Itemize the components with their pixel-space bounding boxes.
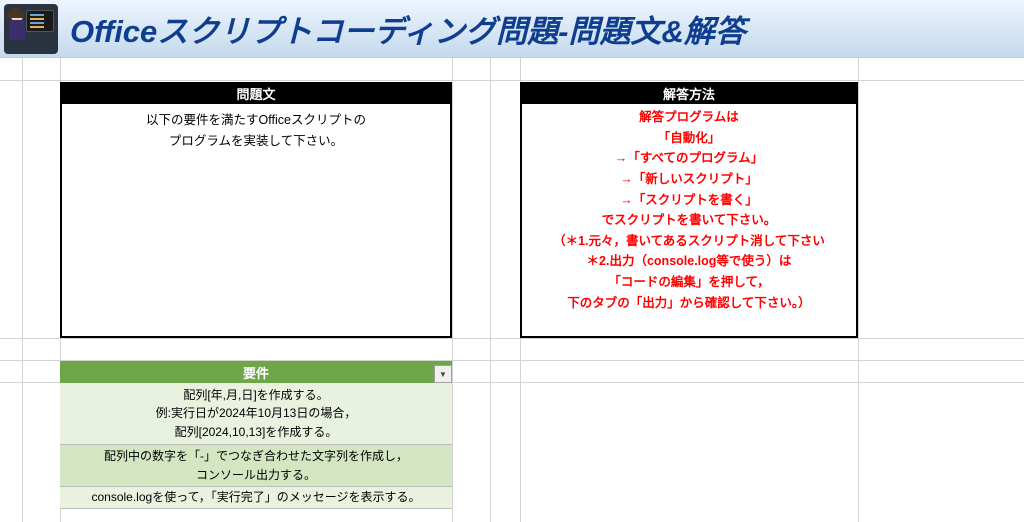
chevron-down-icon: ▼ — [439, 370, 447, 379]
title-banner: Officeスクリプトコーディング問題-問題文&解答 — [0, 0, 1024, 58]
spreadsheet-area[interactable]: 問題文 以下の要件を満たすOfficeスクリプトの プログラムを実装して下さい。… — [0, 58, 1024, 522]
answer-border — [520, 82, 858, 338]
requirement-2-line-b: コンソール出力する。 — [196, 466, 316, 485]
requirement-row-3[interactable]: console.logを使って，「実行完了」のメッセージを表示する。 — [60, 487, 452, 509]
requirements-header: 要件 — [60, 361, 452, 383]
filter-dropdown-button[interactable]: ▼ — [434, 365, 452, 383]
requirements-header-text: 要件 — [243, 363, 269, 382]
requirement-1-line-a: 配列[年,月,日]を作成する。 — [183, 386, 328, 405]
problem-border — [60, 82, 452, 338]
page-title: Officeスクリプトコーディング問題-問題文&解答 — [70, 6, 746, 51]
requirement-row-2[interactable]: 配列中の数字を「-」でつなぎ合わせた文字列を作成し， コンソール出力する。 — [60, 445, 452, 487]
requirement-2-line-a: 配列中の数字を「-」でつなぎ合わせた文字列を作成し， — [104, 447, 408, 466]
requirement-1-line-c: 配列[2024,10,13]を作成する。 — [175, 423, 338, 442]
requirement-1-line-b: 例:実行日が2024年10月13日の場合， — [156, 404, 357, 423]
requirement-3-text: console.logを使って，「実行完了」のメッセージを表示する。 — [91, 488, 420, 507]
coder-icon — [4, 4, 58, 54]
requirement-row-1[interactable]: 配列[年,月,日]を作成する。 例:実行日が2024年10月13日の場合， 配列… — [60, 383, 452, 445]
